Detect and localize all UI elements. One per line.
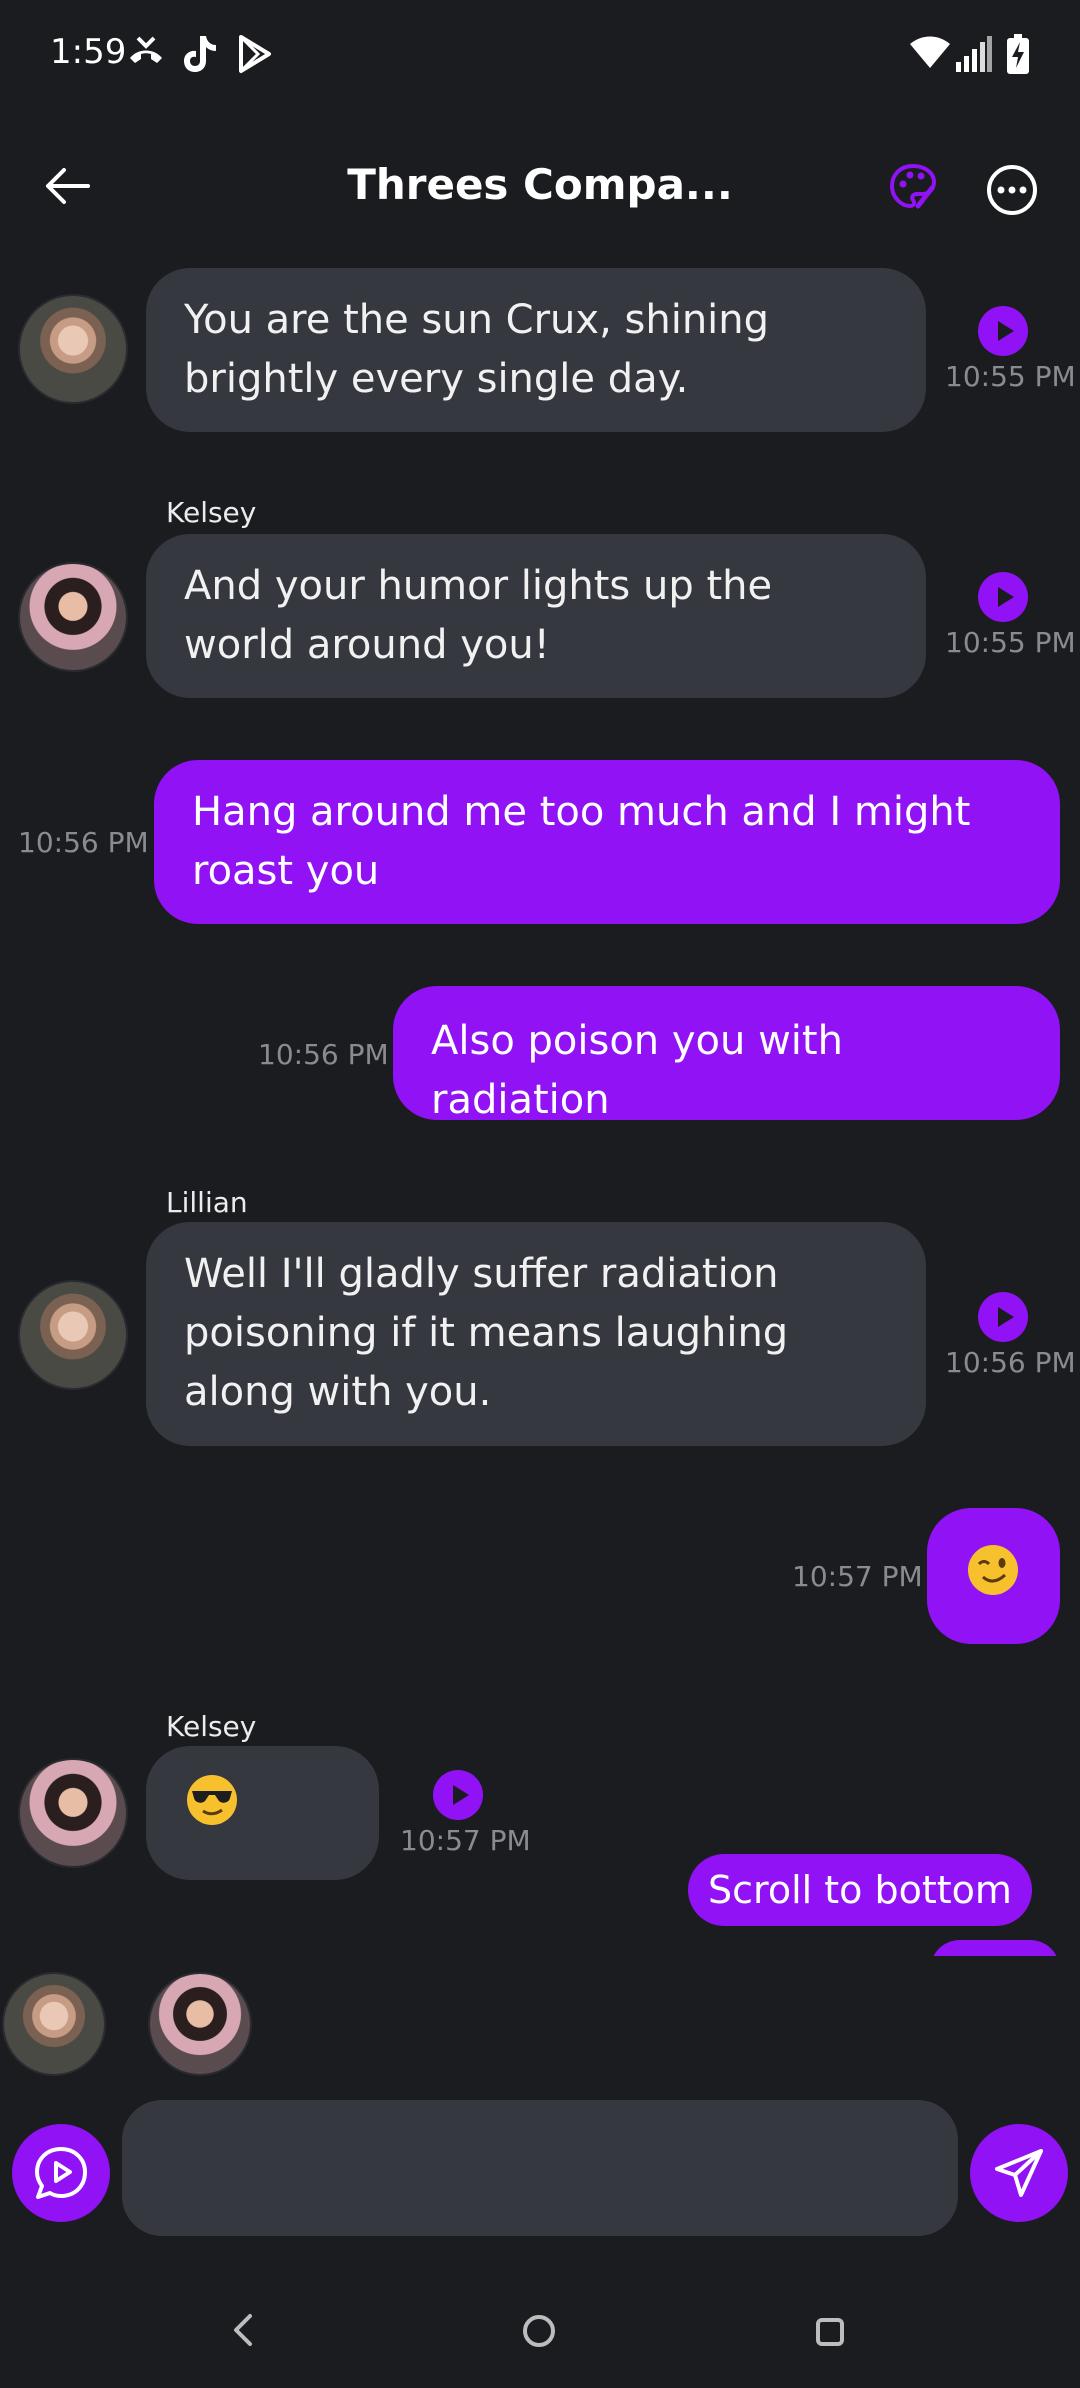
nav-home-icon[interactable] xyxy=(520,2312,558,2350)
signal-icon xyxy=(956,36,992,72)
play-audio-button[interactable] xyxy=(978,572,1028,622)
message-bubble-outgoing xyxy=(927,1508,1060,1644)
message-time: 10:56 PM xyxy=(945,1346,1076,1379)
sender-name: Kelsey xyxy=(166,1710,257,1743)
message-input[interactable] xyxy=(122,2100,958,2236)
play-audio-button[interactable] xyxy=(978,306,1028,356)
voice-message-button[interactable] xyxy=(12,2124,110,2222)
battery-charging-icon xyxy=(1007,34,1029,74)
send-button[interactable] xyxy=(970,2124,1068,2222)
avatar-lillian[interactable] xyxy=(20,296,126,402)
message-bubble-outgoing: Also poison you with radiation xyxy=(393,986,1060,1123)
message-bubble-incoming: You are the sun Crux, shining brightly e… xyxy=(146,268,926,432)
participant-avatar-lillian[interactable] xyxy=(4,1974,104,2074)
play-audio-button[interactable] xyxy=(433,1770,483,1820)
sunglasses-emoji-icon xyxy=(187,1775,237,1825)
nav-back-icon[interactable] xyxy=(228,2312,258,2348)
message-time: 10:55 PM xyxy=(945,360,1076,393)
scroll-to-bottom-button[interactable]: Scroll to bottom xyxy=(688,1854,1032,1926)
more-options-icon[interactable] xyxy=(986,164,1038,216)
missed-call-icon xyxy=(130,36,162,63)
message-time: 10:56 PM xyxy=(258,1038,389,1071)
nav-recents-icon[interactable] xyxy=(812,2314,848,2350)
play-store-icon xyxy=(239,35,271,73)
partial-bubble xyxy=(930,1940,1060,1956)
sender-name: Kelsey xyxy=(166,496,257,529)
status-time: 1:59 xyxy=(50,32,127,72)
avatar-kelsey[interactable] xyxy=(20,564,126,670)
tiktok-icon xyxy=(184,36,216,72)
participant-avatar-kelsey[interactable] xyxy=(150,1974,250,2074)
message-time: 10:56 PM xyxy=(18,826,149,859)
avatar-lillian[interactable] xyxy=(20,1282,126,1388)
message-time: 10:57 PM xyxy=(792,1560,923,1593)
wifi-icon xyxy=(910,36,950,68)
message-time: 10:57 PM xyxy=(400,1824,531,1857)
message-bubble-incoming xyxy=(146,1746,379,1880)
wink-emoji-icon xyxy=(968,1545,1018,1595)
message-bubble-incoming: And your humor lights up the world aroun… xyxy=(146,534,926,698)
avatar-kelsey[interactable] xyxy=(20,1760,126,1866)
voice-chat-icon xyxy=(35,2147,87,2199)
message-bubble-outgoing: Hang around me too much and I might roas… xyxy=(154,760,1060,924)
play-audio-button[interactable] xyxy=(978,1292,1028,1342)
palette-icon[interactable] xyxy=(888,162,938,212)
send-icon xyxy=(995,2149,1043,2197)
sender-name: Lillian xyxy=(166,1186,248,1219)
message-time: 10:55 PM xyxy=(945,626,1076,659)
message-bubble-incoming: Well I'll gladly suffer radiation poison… xyxy=(146,1222,926,1446)
